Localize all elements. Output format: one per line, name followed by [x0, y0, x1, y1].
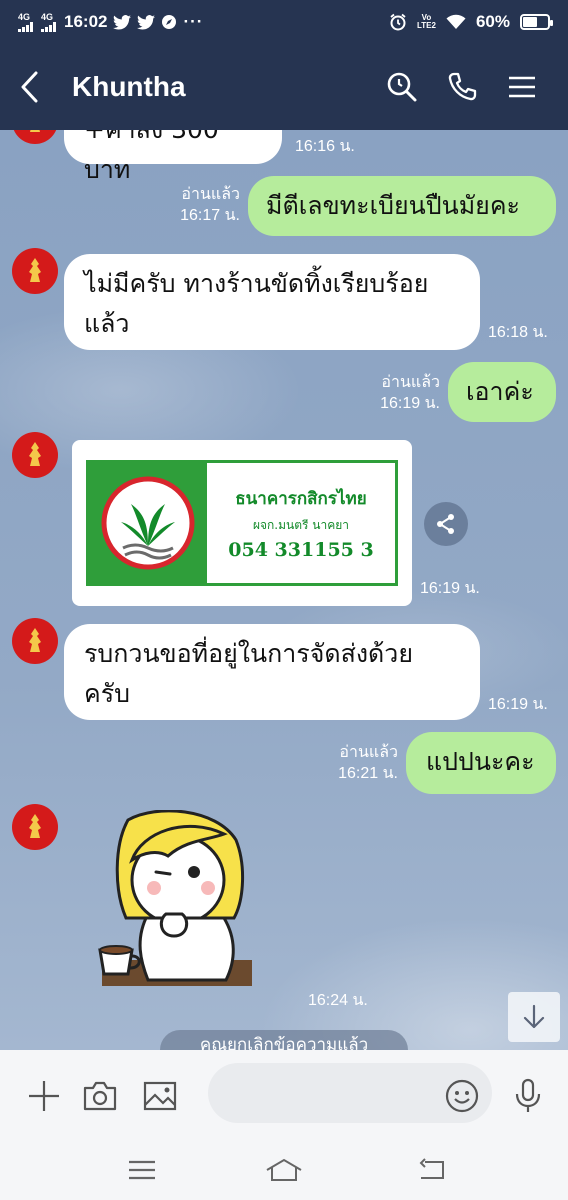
- message-time: 16:17 น.: [180, 207, 240, 224]
- phone-icon: [448, 72, 477, 101]
- account-name: ผจก.มนตรี นาคยา: [252, 518, 350, 532]
- contact-avatar[interactable]: [12, 130, 58, 144]
- account-number: 054 331155 3: [228, 539, 374, 561]
- image-icon: [143, 1081, 177, 1111]
- contact-avatar[interactable]: [12, 618, 58, 664]
- more-notifications-icon: ···: [183, 12, 204, 31]
- message-text: แปปนะคะ: [426, 747, 535, 776]
- signal-2: 4G: [41, 11, 56, 32]
- battery-fill: [523, 17, 538, 27]
- message-time: 16:21 น.: [338, 765, 398, 782]
- signal-bars-icon: [41, 21, 56, 32]
- emblem-icon: [29, 442, 41, 466]
- alarm-icon: [390, 13, 406, 31]
- message-time: 16:18 น.: [488, 324, 548, 341]
- unsent-notice: คุณยกเลิกข้อความแล้ว: [160, 1030, 408, 1050]
- read-receipt: อ่านแล้ว: [381, 374, 440, 391]
- search-icon: [387, 72, 417, 102]
- lte-label: LTE2: [417, 21, 436, 30]
- chat-header: Khuntha: [0, 44, 568, 130]
- message-text: มีตีเลขทะเบียนปืนมัยคะ: [266, 191, 520, 220]
- camera-icon: [83, 1081, 117, 1111]
- chat-area[interactable]: +ค่าส่ง 300 บาท 16:16 น. อ่านแล้ว 16:17 …: [0, 130, 568, 1050]
- back-button[interactable]: [0, 44, 60, 130]
- system-nav-bar: [0, 1142, 568, 1200]
- chat-title: Khuntha: [72, 71, 186, 102]
- message-time: 16:19 น.: [488, 696, 548, 713]
- network-type-1: 4G: [18, 11, 31, 22]
- sticker-image[interactable]: [96, 809, 266, 1000]
- network-type-2: 4G: [41, 11, 54, 22]
- menu-button[interactable]: [504, 69, 540, 105]
- message-time: 16:24 น.: [308, 992, 368, 1009]
- message-text: +ค่าส่ง 300 บาท: [84, 130, 219, 184]
- battery-icon: [520, 14, 553, 30]
- message-text: เอาค่ะ: [466, 377, 534, 406]
- emoji-button[interactable]: [436, 1070, 488, 1122]
- emblem-icon: [29, 814, 41, 838]
- read-receipt: อ่านแล้ว: [181, 186, 240, 203]
- bank-name: ธนาคารกสิกรไทย: [235, 489, 367, 509]
- camera-button[interactable]: [74, 1070, 126, 1122]
- chevron-left-icon: [21, 71, 38, 103]
- emblem-icon: [30, 130, 40, 132]
- message-text-line-2: ครับ: [84, 679, 131, 708]
- message-bubble-incoming[interactable]: ไม่มีครับ ทางร้านขัดทิ้งเรียบร้อย แล้ว: [64, 254, 480, 350]
- voice-button[interactable]: [502, 1070, 554, 1122]
- message-input-bar: [0, 1050, 568, 1142]
- message-meta: อ่านแล้ว 16:21 น.: [316, 742, 398, 784]
- message-bubble-outgoing[interactable]: มีตีเลขทะเบียนปืนมัยคะ: [248, 176, 556, 236]
- recent-apps-button[interactable]: [120, 1150, 164, 1190]
- bank-card-frame: ธนาคารกสิกรไทย ผจก.มนตรี นาคยา 054 33115…: [86, 460, 398, 586]
- recent-apps-icon: [129, 1160, 155, 1180]
- battery-percent: 60%: [475, 12, 510, 31]
- message-text-line-1: รบกวนขอที่อยู่ในการจัดส่งด้วย: [84, 639, 413, 668]
- message-bubble-outgoing[interactable]: แปปนะคะ: [406, 732, 556, 794]
- message-time: 16:19 น.: [380, 395, 440, 412]
- back-icon: [419, 1158, 444, 1179]
- message-time: 16:19 น.: [420, 580, 480, 597]
- hamburger-menu-icon: [509, 76, 535, 98]
- emoji-icon: [445, 1079, 479, 1113]
- search-button[interactable]: [384, 69, 420, 105]
- message-text-line-1: ไม่มีครับ ทางร้านขัดทิ้งเรียบร้อย: [84, 269, 429, 298]
- emblem-icon: [29, 628, 41, 652]
- microphone-icon: [515, 1078, 541, 1112]
- call-button[interactable]: [444, 69, 480, 105]
- kasikorn-logo-icon: [89, 463, 207, 583]
- share-icon: [437, 514, 454, 534]
- twitter-icon: [113, 14, 132, 30]
- message-bubble-outgoing[interactable]: เอาค่ะ: [448, 362, 556, 422]
- wifi-icon: [446, 14, 466, 29]
- add-button[interactable]: [18, 1070, 70, 1122]
- contact-avatar[interactable]: [12, 804, 58, 850]
- read-receipt: อ่านแล้ว: [339, 744, 398, 761]
- signal-bars-icon: [18, 21, 33, 32]
- scroll-to-bottom-button[interactable]: [508, 992, 560, 1042]
- status-bar: 4G 4G 16:02 ··· Vo LTE2 60%: [0, 0, 568, 44]
- arrow-down-icon: [523, 1004, 545, 1029]
- message-bubble-incoming[interactable]: +ค่าส่ง 300 บาท: [64, 130, 282, 184]
- home-icon: [266, 1158, 302, 1181]
- compass-icon: [162, 15, 177, 29]
- contact-avatar[interactable]: [12, 248, 58, 294]
- message-meta: อ่านแล้ว 16:17 น.: [160, 184, 240, 226]
- message-bubble-incoming[interactable]: รบกวนขอที่อยู่ในการจัดส่งด้วย ครับ: [64, 624, 480, 720]
- message-text-line-2: แล้ว: [84, 309, 130, 338]
- volte-icon: Vo LTE2: [417, 13, 436, 30]
- signal-1: 4G: [18, 11, 33, 32]
- gallery-button[interactable]: [134, 1070, 186, 1122]
- bank-account-image[interactable]: ธนาคารกสิกรไทย ผจก.มนตรี นาคยา 054 33115…: [72, 440, 412, 606]
- twitter-icon: [137, 14, 156, 30]
- home-button[interactable]: [262, 1150, 306, 1190]
- unsent-notice-text: คุณยกเลิกข้อความแล้ว: [199, 1035, 369, 1050]
- message-meta: อ่านแล้ว 16:19 น.: [360, 372, 440, 414]
- emblem-icon: [29, 258, 41, 282]
- share-button[interactable]: [424, 502, 468, 546]
- back-nav-button[interactable]: [410, 1150, 454, 1190]
- clock: 16:02: [64, 12, 108, 31]
- plus-icon: [29, 1081, 59, 1111]
- contact-avatar[interactable]: [12, 432, 58, 478]
- message-time: 16:16 น.: [295, 138, 355, 155]
